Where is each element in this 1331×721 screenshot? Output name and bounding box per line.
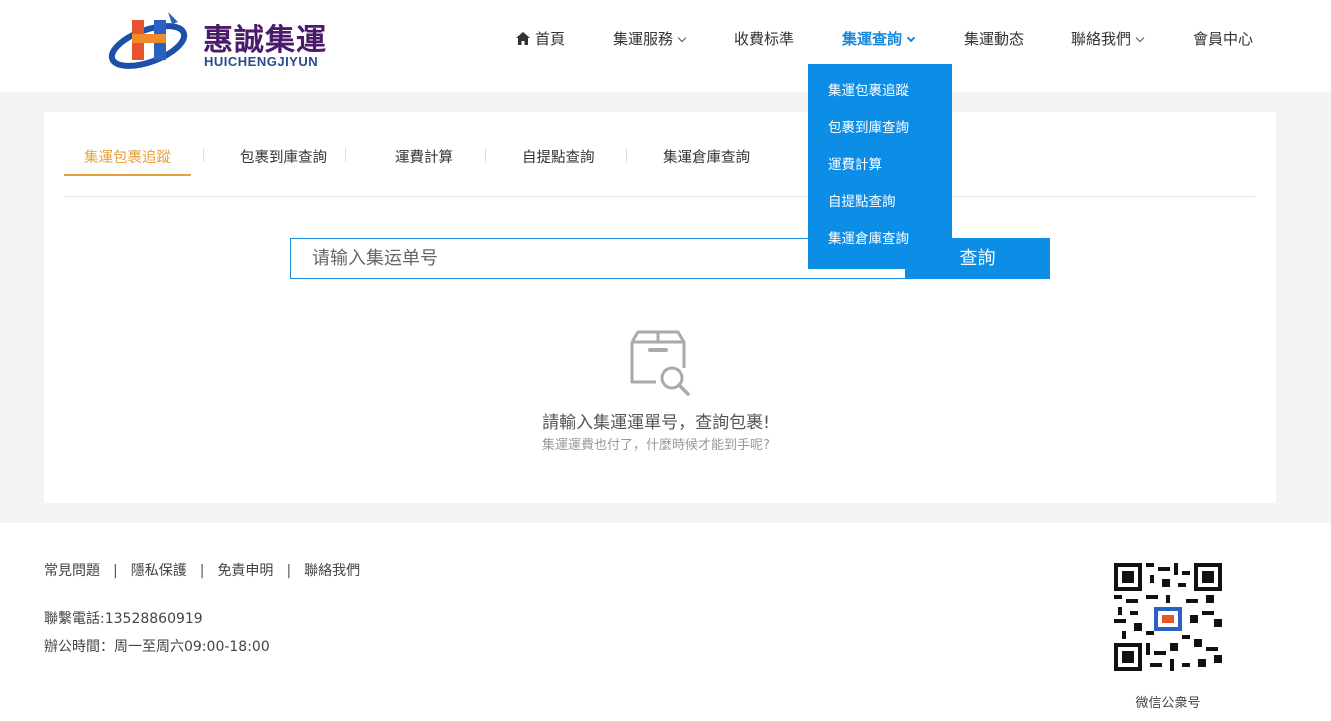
- empty-state-subtitle: 集運運費也付了，什麼時候才能到手呢?: [542, 438, 770, 453]
- brand-logo[interactable]: 惠誠集運 HUICHENGJIYUN: [108, 6, 338, 74]
- tab-tracking[interactable]: 集運包裹追蹤: [84, 146, 171, 167]
- footer-link-faq[interactable]: 常見問題: [44, 563, 100, 579]
- nav-contact[interactable]: 聯絡我們: [1071, 28, 1145, 52]
- nav-pricing[interactable]: 收費标準: [734, 28, 794, 52]
- footer-links: 常見問題 | 隱私保護 | 免責申明 | 聯絡我們: [44, 560, 360, 580]
- nav-contact-label: 聯絡我們: [1071, 30, 1132, 48]
- tab-divider: [626, 148, 627, 162]
- site-header: 惠誠集運 HUICHENGJIYUN 首頁 集運服務 收費标準 集運查詢 集運動…: [0, 0, 1331, 92]
- dropdown-item-warehouse[interactable]: 集運倉庫查詢: [808, 228, 952, 265]
- qr-label: 微信公衆号: [1135, 696, 1201, 711]
- footer-hours: 辦公時間：周一至周六09:00-18:00: [44, 639, 270, 655]
- query-card: 集運包裹追蹤 包裹到庫查詢 運費計算 自提點查詢 集運倉庫查詢 查詢 請輸入集運…: [44, 112, 1276, 503]
- query-dropdown-menu: 集運包裹追蹤 包裹到庫查詢 運費計算 自提點查詢 集運倉庫查詢: [808, 64, 952, 269]
- chevron-down-icon: [1135, 33, 1145, 43]
- tab-warehouse[interactable]: 集運倉庫查詢: [663, 146, 750, 167]
- tab-divider: [203, 148, 204, 162]
- nav-member-label: 會員中心: [1193, 30, 1254, 48]
- box-search-icon: [630, 330, 690, 396]
- empty-state-title: 請輸入集運運單号，查詢包裹!: [542, 413, 770, 433]
- nav-pricing-label: 收費标準: [734, 30, 795, 48]
- chevron-down-icon: [906, 33, 916, 43]
- nav-news-label: 集運動态: [964, 30, 1025, 48]
- site-footer: 常見問題 | 隱私保護 | 免責申明 | 聯絡我們 聯繫電話:13528860919 辦公時…: [0, 523, 1331, 721]
- footer-link-separator: |: [113, 563, 118, 579]
- nav-query-label: 集運查詢: [842, 30, 903, 48]
- wechat-qr-code: [1114, 563, 1222, 671]
- footer-link-disclaimer[interactable]: 免責申明: [217, 563, 273, 579]
- nav-news[interactable]: 集運動态: [964, 28, 1024, 52]
- nav-member[interactable]: 會員中心: [1193, 28, 1253, 52]
- nav-home-label: 首頁: [535, 30, 566, 48]
- chevron-down-icon: [677, 33, 687, 43]
- dropdown-item-freight[interactable]: 運費計算: [808, 154, 952, 191]
- nav-home[interactable]: 首頁: [516, 28, 565, 52]
- brand-name-cn: 惠誠集運: [203, 23, 327, 58]
- nav-query[interactable]: 集運查詢: [842, 28, 916, 52]
- footer-phone: 聯繫電話:13528860919: [44, 611, 203, 627]
- tab-arrival[interactable]: 包裹到庫查詢: [240, 146, 327, 167]
- active-tab-indicator: [64, 174, 191, 176]
- footer-link-separator: |: [199, 563, 205, 579]
- footer-link-separator: |: [286, 563, 292, 579]
- brand-name-en: HUICHENGJIYUN: [204, 54, 319, 69]
- dropdown-item-tracking[interactable]: 集運包裹追蹤: [808, 80, 952, 117]
- tab-divider: [345, 148, 346, 162]
- dropdown-item-pickup[interactable]: 自提點查詢: [808, 191, 952, 228]
- tabs-divider-line: [64, 196, 1255, 197]
- tab-pickup[interactable]: 自提點查詢: [522, 146, 595, 167]
- footer-link-privacy[interactable]: 隱私保護: [131, 563, 187, 579]
- logo-mark-icon: [108, 12, 188, 69]
- footer-link-contact[interactable]: 聯絡我們: [304, 563, 360, 579]
- nav-services-label: 集運服務: [613, 30, 674, 48]
- home-icon: [516, 32, 530, 45]
- dropdown-item-arrival[interactable]: 包裹到庫查詢: [808, 117, 952, 154]
- nav-services[interactable]: 集運服務: [613, 28, 687, 52]
- tab-freight[interactable]: 運費計算: [395, 146, 453, 167]
- tab-divider: [485, 148, 486, 162]
